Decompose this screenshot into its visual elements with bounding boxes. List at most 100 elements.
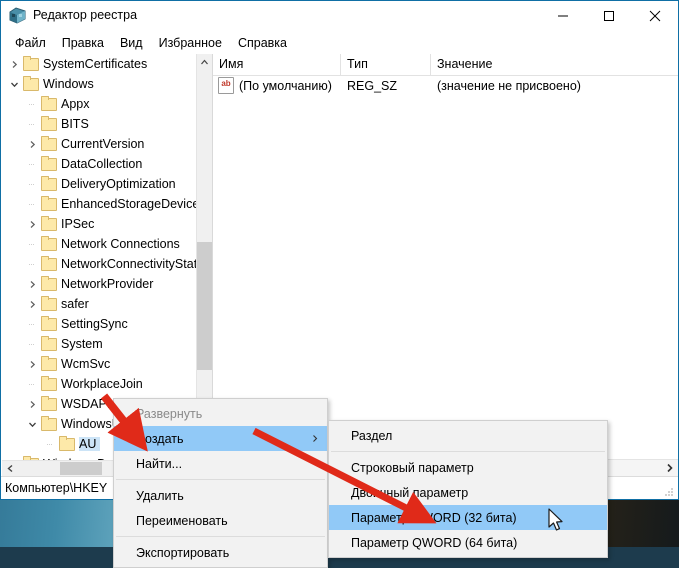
tree-connector — [24, 154, 40, 174]
folder-icon — [40, 256, 57, 271]
chevron-down-icon[interactable] — [6, 74, 22, 94]
list-scroll-right-button[interactable] — [661, 460, 678, 476]
tree-item-label: Windows — [43, 77, 94, 91]
chevron-right-icon[interactable] — [24, 274, 40, 294]
chevron-right-icon[interactable] — [24, 354, 40, 374]
close-icon — [649, 10, 661, 22]
context-menu[interactable]: Развернуть Создать Найти... Удалить Переимен… — [113, 398, 328, 568]
tree-item-networkprovider[interactable]: NetworkProvider — [2, 274, 197, 294]
tree-item-label: System — [61, 337, 103, 351]
scroll-left-button[interactable] — [2, 461, 18, 476]
folder-icon — [40, 136, 57, 151]
tree-item-enhancedstoragedevices[interactable]: EnhancedStorageDevices — [2, 194, 197, 214]
menu-separator — [116, 536, 325, 537]
tree-item-label: EnhancedStorageDevices — [61, 197, 197, 211]
menu-item-label: Удалить — [136, 488, 184, 503]
folder-icon — [40, 296, 57, 311]
tree-item-label: SettingSync — [61, 317, 128, 331]
menu-item-4[interactable]: Удалить — [114, 483, 327, 508]
tree-connector — [24, 374, 40, 394]
tree-item-settingsync[interactable]: SettingSync — [2, 314, 197, 334]
value-name-text: (По умолчанию) — [239, 78, 332, 93]
tree-item-wcmsvc[interactable]: WcmSvc — [2, 354, 197, 374]
tree-item-bits[interactable]: BITS — [2, 114, 197, 134]
folder-icon — [40, 156, 57, 171]
close-button[interactable] — [632, 1, 678, 31]
chevron-down-icon[interactable] — [24, 414, 40, 434]
chevron-left-icon — [6, 464, 12, 473]
menu-edit[interactable]: Правка — [54, 34, 112, 52]
chevron-right-icon[interactable] — [6, 54, 22, 74]
menu-view[interactable]: Вид — [112, 34, 151, 52]
table-row[interactable]: ab (По умолчанию) REG_SZ (значение не пр… — [213, 75, 678, 96]
tree-item-label: WorkplaceJoin — [61, 377, 143, 391]
string-value-icon: ab — [218, 77, 234, 94]
tree-horizontal-scroll-thumb[interactable] — [60, 462, 102, 475]
menu-item-7[interactable]: Экспортировать — [114, 540, 327, 565]
folder-icon — [40, 116, 57, 131]
tree-item-label: CurrentVersion — [61, 137, 145, 151]
tree-item-datacollection[interactable]: DataCollection — [2, 154, 197, 174]
title-bar[interactable]: Редактор реестра — [1, 1, 678, 32]
column-header-name[interactable]: Имя — [213, 54, 341, 75]
folder-icon — [40, 376, 57, 391]
registry-editor-icon — [8, 6, 27, 25]
window-title: Редактор реестра — [33, 8, 138, 22]
chevron-right-icon[interactable] — [24, 294, 40, 314]
tree-connector — [24, 234, 40, 254]
tree-item-windows[interactable]: Windows — [2, 74, 197, 94]
mouse-pointer — [548, 508, 563, 531]
folder-icon — [40, 96, 57, 111]
menu-item-label: Параметр DWORD (32 бита) — [351, 510, 517, 525]
folder-icon — [40, 316, 57, 331]
folder-icon — [40, 236, 57, 251]
tree-item-label: DeliveryOptimization — [61, 177, 176, 191]
maximize-button[interactable] — [586, 1, 632, 31]
registry-path: Компьютер\HKEY — [5, 481, 108, 495]
tree-connector — [24, 254, 40, 274]
tree-item-label: safer — [61, 297, 89, 311]
menu-item-3[interactable]: Двоичный параметр — [329, 480, 607, 505]
tree-item-ipsec[interactable]: IPSec — [2, 214, 197, 234]
resize-grip[interactable] — [663, 485, 675, 497]
folder-icon — [40, 216, 57, 231]
column-header-type[interactable]: Тип — [341, 54, 431, 75]
tree-item-label: WcmSvc — [61, 357, 111, 371]
resize-grip-icon — [665, 488, 673, 496]
tree-item-currentversion[interactable]: CurrentVersion — [2, 134, 197, 154]
menu-item-2[interactable]: Строковый параметр — [329, 455, 607, 480]
folder-icon — [40, 176, 57, 191]
chevron-right-icon — [666, 463, 673, 473]
tree-connector — [24, 114, 40, 134]
value-name-cell: ab (По умолчанию) — [213, 77, 341, 94]
tree-item-workplacejoin[interactable]: WorkplaceJoin — [2, 374, 197, 394]
tree-item-network-connections[interactable]: Network Connections — [2, 234, 197, 254]
column-header-value[interactable]: Значение — [431, 54, 678, 75]
tree-item-systemcertificates[interactable]: SystemCertificates — [2, 54, 197, 74]
chevron-right-icon[interactable] — [24, 134, 40, 154]
tree-item-appx[interactable]: Appx — [2, 94, 197, 114]
tree-item-deliveryoptimization[interactable]: DeliveryOptimization — [2, 174, 197, 194]
menu-item-1[interactable]: Создать — [114, 426, 327, 451]
menu-favorites[interactable]: Избранное — [151, 34, 230, 52]
tree-item-system[interactable]: System — [2, 334, 197, 354]
folder-icon — [40, 396, 57, 411]
menu-help[interactable]: Справка — [230, 34, 295, 52]
chevron-right-icon[interactable] — [24, 214, 40, 234]
minimize-button[interactable] — [540, 1, 586, 31]
chevron-right-icon[interactable] — [24, 394, 40, 414]
value-type-cell: REG_SZ — [347, 78, 398, 93]
menu-file[interactable]: Файл — [7, 34, 54, 52]
folder-icon — [40, 276, 57, 291]
tree-vertical-scroll-thumb[interactable] — [197, 242, 212, 370]
tree-item-networkconnectivitystatu[interactable]: NetworkConnectivityStatu — [2, 254, 197, 274]
menu-item-5[interactable]: Переименовать — [114, 508, 327, 533]
create-submenu[interactable]: Раздел Строковый параметр Двоичный парамет… — [328, 420, 608, 558]
menu-item-2[interactable]: Найти... — [114, 451, 327, 476]
tree-item-safer[interactable]: safer — [2, 294, 197, 314]
menu-item-0[interactable]: Раздел — [329, 423, 607, 448]
menu-item-label: Экспортировать — [136, 545, 230, 560]
tree-item-label: IPSec — [61, 217, 95, 231]
menu-bar: Файл Правка Вид Избранное Справка — [1, 32, 678, 54]
scroll-up-button[interactable] — [197, 54, 212, 70]
